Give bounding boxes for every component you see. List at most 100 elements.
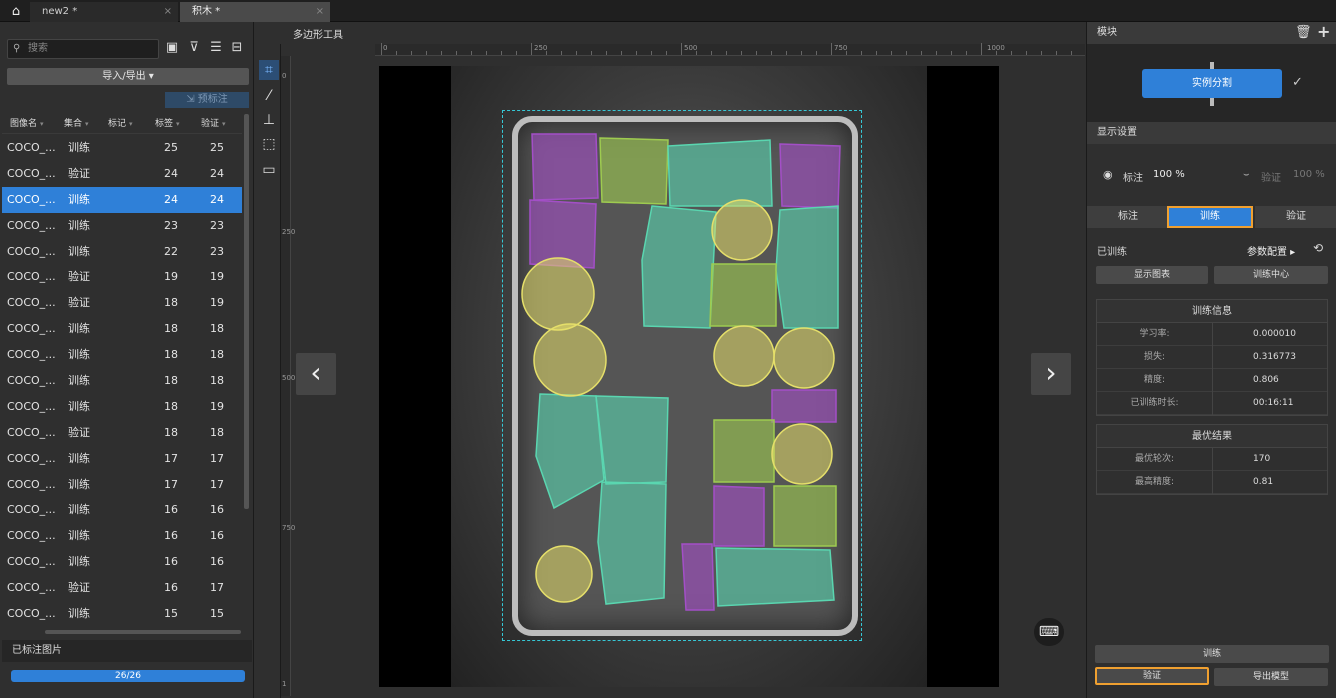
prev-image-button[interactable]: ‹ [296, 353, 336, 395]
ruler-tick [801, 51, 802, 55]
close-icon[interactable]: × [164, 2, 172, 22]
col-header-name[interactable]: 图像名 ▾ [10, 114, 44, 134]
cell-verify: 16 [210, 529, 224, 543]
info-key: 最优轮次: [1097, 448, 1213, 471]
vruler-label: 750 [282, 524, 296, 532]
cell-label: 16 [164, 503, 178, 517]
cell-name: COCO_... [7, 555, 56, 569]
cell-label: 18 [164, 296, 178, 310]
polygon-tool-icon[interactable]: ⌗ [259, 60, 279, 80]
ruler-tick [486, 51, 487, 55]
param-config-link[interactable]: 参数配置 ▸ [1247, 243, 1295, 258]
cell-set: 训练 [68, 503, 90, 517]
best-result-table: 最优结果 最优轮次: 170 最高精度: 0.81 [1096, 424, 1328, 495]
table-row[interactable]: COCO_... 训练 25 25 [2, 135, 242, 161]
add-icon[interactable]: + [1317, 21, 1330, 43]
split-view-icon[interactable]: ⊟ [229, 40, 245, 56]
tab-new2[interactable]: new2 * × [30, 2, 178, 22]
table-row[interactable]: COCO_... 训练 17 17 [2, 446, 242, 472]
ruler-tick [711, 51, 712, 55]
annot-display-label: 标注 [1123, 173, 1143, 184]
cell-name: COCO_... [7, 244, 56, 258]
table-row[interactable]: COCO_... 训练 15 15 [2, 601, 242, 627]
info-row: 精度: 0.806 [1097, 369, 1327, 392]
sort-icon: ▾ [176, 120, 180, 128]
ruler-tick [696, 51, 697, 55]
horizontal-scrollbar[interactable] [45, 630, 241, 634]
verify-button[interactable]: 验证 [1095, 667, 1209, 685]
tool-column: ⌗ ⁄ ⊥ ⬚ ▭ [255, 44, 281, 698]
import-export-button[interactable]: 导入/导出 ▾ [7, 68, 249, 85]
table-row[interactable]: COCO_... 训练 18 19 [2, 394, 242, 420]
table-row[interactable]: COCO_... 训练 24 24 [2, 186, 242, 213]
export-model-button[interactable]: 导出模型 [1214, 668, 1328, 686]
search-icon: ⚲ [13, 43, 21, 54]
tab-train[interactable]: 训练 [1167, 206, 1253, 228]
vertical-scrollbar[interactable] [244, 114, 249, 509]
col-header-mark[interactable]: 标记 ▾ [108, 114, 133, 134]
table-row[interactable]: COCO_... 训练 16 16 [2, 523, 242, 549]
history-icon[interactable]: ⟲ [1313, 241, 1323, 255]
table-row[interactable]: COCO_... 训练 18 18 [2, 368, 242, 394]
col-header-verify[interactable]: 验证 ▾ [201, 114, 226, 134]
image-tool-icon[interactable]: ▭ [259, 160, 279, 180]
table-row[interactable]: COCO_... 训练 16 16 [2, 497, 242, 523]
image-settings-icon[interactable]: ▣ [164, 40, 180, 56]
filter-icon[interactable]: ⊽ [186, 40, 202, 56]
info-row: 学习率: 0.000010 [1097, 323, 1327, 346]
table-row[interactable]: COCO_... 验证 24 24 [2, 161, 242, 187]
cell-name: COCO_... [7, 399, 56, 413]
cell-label: 19 [164, 270, 178, 284]
instance-segmentation-module[interactable]: 实例分割 [1142, 69, 1282, 98]
cell-set: 训练 [68, 451, 90, 465]
show-chart-button[interactable]: 显示图表 [1096, 266, 1208, 284]
table-row[interactable]: COCO_... 验证 18 19 [2, 290, 242, 316]
ruler-tick [936, 51, 937, 55]
table-row[interactable]: COCO_... 训练 17 17 [2, 472, 242, 498]
stamp-icon[interactable]: ⊥ [259, 110, 279, 130]
verify-display-value[interactable]: 100 % [1293, 169, 1325, 180]
col-header-set[interactable]: 集合 ▾ [64, 114, 89, 134]
info-row: 已训练时长: 00:16:11 [1097, 392, 1327, 415]
table-row[interactable]: COCO_... 验证 19 19 [2, 264, 242, 290]
table-row[interactable]: COCO_... 验证 16 17 [2, 575, 242, 601]
table-row[interactable]: COCO_... 训练 18 18 [2, 342, 242, 368]
close-icon[interactable]: × [316, 2, 324, 22]
ruler-tick [861, 51, 862, 55]
table-row[interactable]: COCO_... 训练 16 16 [2, 549, 242, 575]
info-key: 损失: [1097, 346, 1213, 369]
table-row[interactable]: COCO_... 训练 23 23 [2, 213, 242, 239]
cell-set: 验证 [68, 296, 90, 310]
table-row[interactable]: COCO_... 训练 22 23 [2, 239, 242, 265]
keyboard-icon[interactable]: ⌨ [1034, 618, 1064, 646]
tab-annotate[interactable]: 标注 [1087, 206, 1169, 228]
pre-label-button[interactable]: ⇲ 预标注 [165, 92, 249, 108]
image-list-panel: ⚲ 搜索 ▣ ⊽ ☰ ⊟ 导入/导出 ▾ ⇲ 预标注 图像名 ▾ 集合 ▾ 标记 ▾ … [0, 22, 254, 698]
next-image-button[interactable]: › [1031, 353, 1071, 395]
home-icon[interactable]: ⌂ [4, 2, 28, 22]
tab-verify[interactable]: 验证 [1255, 206, 1336, 228]
trash-icon[interactable]: 🗑 [1295, 22, 1312, 44]
hidden-eye-icon[interactable]: ⌣ [1243, 169, 1250, 180]
table-row[interactable]: COCO_... 验证 18 18 [2, 420, 242, 446]
labeled-progress-bar: 26/26 [11, 670, 245, 682]
train-center-button[interactable]: 训练中心 [1214, 266, 1328, 284]
ruler-tick [636, 51, 637, 55]
rect-select-icon[interactable]: ⬚ [259, 134, 279, 154]
cell-set: 验证 [68, 166, 90, 180]
info-row: 损失: 0.316773 [1097, 346, 1327, 369]
ruler-tick [621, 51, 622, 55]
tab-jimu[interactable]: 积木 * × [180, 2, 330, 22]
train-button[interactable]: 训练 [1095, 645, 1329, 663]
search-input[interactable]: ⚲ 搜索 [7, 39, 159, 59]
col-header-label[interactable]: 标签 ▾ [155, 114, 180, 134]
eye-icon[interactable]: ◉ [1103, 168, 1113, 181]
ruler-tick [396, 51, 397, 55]
magic-wand-icon[interactable]: ⁄ [259, 86, 279, 106]
sort-icon: ▾ [222, 120, 226, 128]
ruler-tick [456, 51, 457, 55]
table-row[interactable]: COCO_... 训练 18 18 [2, 316, 242, 342]
list-icon[interactable]: ☰ [208, 40, 224, 56]
annot-display-value[interactable]: 100 % [1153, 169, 1185, 180]
ruler-tick [1011, 51, 1012, 55]
